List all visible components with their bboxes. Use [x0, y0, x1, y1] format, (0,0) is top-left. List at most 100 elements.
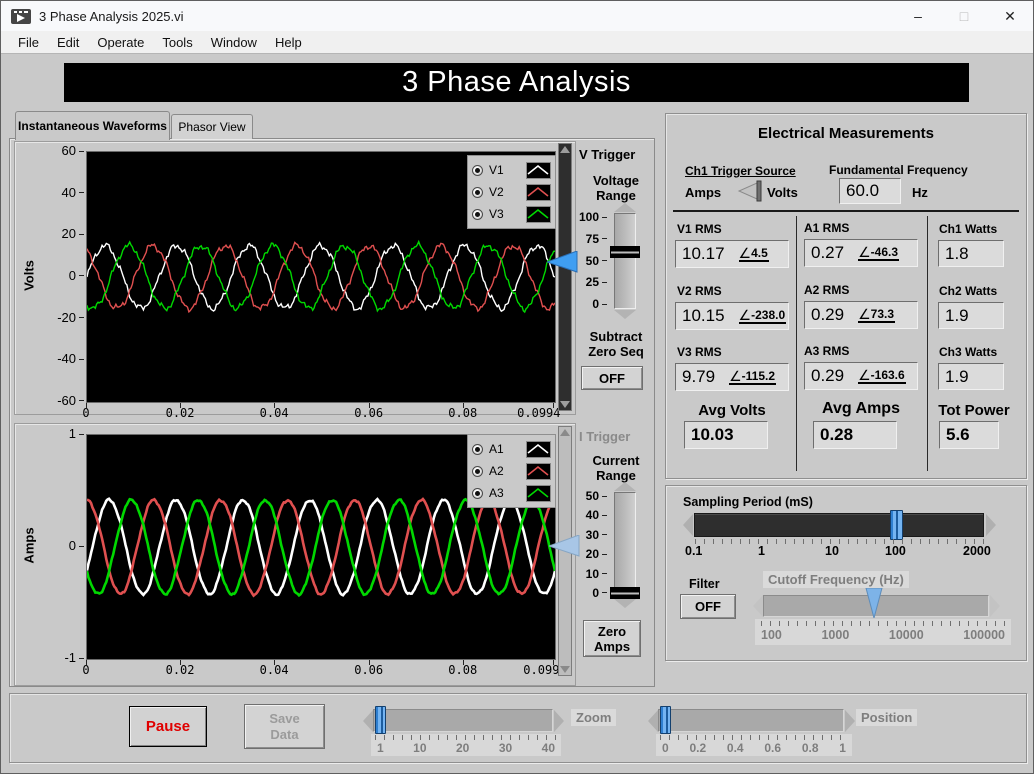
menu-file[interactable]: File: [9, 33, 48, 52]
v1-rms-label: V1 RMS: [677, 222, 722, 236]
zoom-tick-20: 20: [455, 741, 470, 755]
voltage-range-slider[interactable]: [614, 213, 636, 309]
a3-rms-value-box: 0.29 ∠ -163.6: [804, 362, 918, 390]
sampling-period-handle[interactable]: [890, 510, 903, 540]
cutoff-tick-1000: 1000: [821, 628, 850, 642]
volts-trigger-scrollbar[interactable]: [558, 143, 572, 411]
v3-rms-value-box: 9.79 ∠ -115.2: [675, 363, 789, 391]
angle-icon: ∠: [729, 368, 742, 384]
position-label: Position: [856, 709, 918, 726]
trigger-source-toggle[interactable]: [737, 180, 763, 202]
current-range-handle[interactable]: [610, 587, 640, 599]
measurements-title: Electrical Measurements: [758, 125, 934, 142]
angle-icon: ∠: [858, 244, 871, 260]
close-button[interactable]: ✕: [987, 1, 1033, 31]
v1-visibility-radio[interactable]: [472, 164, 483, 176]
voltage-range-increment-icon[interactable]: [612, 203, 638, 212]
scroll-up-icon[interactable]: [560, 429, 570, 436]
v1-line-swatch[interactable]: [526, 161, 551, 179]
v1-rms-value-box: 10.17 ∠ 4.5: [675, 240, 789, 268]
a3-visibility-radio[interactable]: [472, 487, 483, 499]
voltage-range-scale: 100 75 50 25 0: [573, 209, 607, 312]
a2-line-swatch[interactable]: [526, 462, 551, 480]
v2-line-swatch[interactable]: [526, 183, 551, 201]
cutoff-decrement-icon[interactable]: [753, 595, 763, 617]
v2-visibility-radio[interactable]: [472, 186, 483, 198]
sampling-tick-10: 10: [825, 544, 839, 558]
scroll-down-icon[interactable]: [560, 666, 570, 673]
position-tick-0.4: 0.4: [726, 741, 744, 755]
a3-line-swatch[interactable]: [526, 484, 551, 502]
angle-icon: ∠: [858, 306, 871, 322]
sampling-decrement-icon[interactable]: [683, 514, 693, 536]
tab-phasor-view[interactable]: Phasor View: [171, 114, 253, 139]
banner: 3 Phase Analysis: [64, 63, 969, 102]
zoom-decrement-icon[interactable]: [363, 710, 373, 732]
trigger-source-amps-option[interactable]: Amps: [685, 185, 721, 200]
maximize-button[interactable]: □: [941, 1, 987, 31]
zero-amps-button[interactable]: Zero Amps: [583, 620, 641, 657]
cutoff-increment-icon[interactable]: [990, 595, 1000, 617]
a2-rms-value-box: 0.29 ∠ 73.3: [804, 301, 918, 329]
page-title: 3 Phase Analysis: [402, 66, 631, 98]
angle-icon: ∠: [858, 367, 871, 383]
save-data-button[interactable]: Save Data: [244, 704, 325, 749]
tab-instantaneous-waveforms[interactable]: Instantaneous Waveforms: [15, 111, 170, 140]
menu-window[interactable]: Window: [202, 33, 266, 52]
current-range-slider[interactable]: [614, 492, 636, 598]
filter-button[interactable]: OFF: [680, 594, 736, 619]
a1-line-swatch[interactable]: [526, 440, 551, 458]
zoom-tick-1: 1: [377, 741, 384, 755]
fundamental-frequency-label: Fundamental Frequency: [829, 163, 968, 177]
a1-visibility-radio[interactable]: [472, 443, 483, 455]
cutoff-handle-icon[interactable]: [864, 588, 884, 618]
a1-angle: ∠ -46.3: [858, 244, 900, 261]
menu-edit[interactable]: Edit: [48, 33, 88, 52]
avg-amps-value-box: 0.28: [813, 421, 897, 449]
v-trigger-title: V Trigger: [579, 147, 636, 162]
zoom-slider[interactable]: [373, 709, 553, 732]
voltage-range-label: Voltage Range: [593, 173, 639, 203]
v3-line-swatch[interactable]: [526, 205, 551, 223]
position-tick-0.6: 0.6: [764, 741, 782, 755]
sampling-period-label: Sampling Period (mS): [683, 495, 813, 509]
cutoff-frequency-label: Cutoff Frequency (Hz): [763, 571, 909, 588]
subtract-zero-seq-button[interactable]: OFF: [581, 366, 643, 390]
a2-visibility-radio[interactable]: [472, 465, 483, 477]
menu-help[interactable]: Help: [266, 33, 311, 52]
trigger-source-volts-option[interactable]: Volts: [767, 185, 798, 200]
scroll-up-icon[interactable]: [560, 146, 570, 153]
v3-visibility-radio[interactable]: [472, 208, 483, 220]
ch3-watts-label: Ch3 Watts: [939, 345, 998, 359]
current-range-increment-icon[interactable]: [612, 482, 638, 491]
position-slider[interactable]: [658, 709, 844, 732]
measurements-divider: [673, 210, 1019, 212]
zoom-handle[interactable]: [375, 706, 386, 734]
zoom-increment-icon[interactable]: [554, 710, 564, 732]
amps-legend: A1 A2 A3: [467, 434, 556, 508]
scroll-down-icon[interactable]: [560, 401, 570, 408]
i-trigger-title: I Trigger: [579, 429, 631, 444]
current-range-label: Current Range: [592, 453, 640, 483]
menu-tools[interactable]: Tools: [153, 33, 201, 52]
position-increment-icon[interactable]: [845, 710, 855, 732]
sampling-period-slider[interactable]: [694, 513, 984, 537]
sampling-increment-icon[interactable]: [986, 514, 996, 536]
v3-rms-label: V3 RMS: [677, 345, 722, 359]
position-handle[interactable]: [660, 706, 671, 734]
cutoff-scale-strip: 100 1000 10000 100000: [755, 619, 1011, 645]
voltage-range-handle[interactable]: [610, 246, 640, 258]
current-range-decrement-icon[interactable]: [612, 599, 638, 608]
position-decrement-icon[interactable]: [648, 710, 658, 732]
ch2-watts-label: Ch2 Watts: [939, 284, 998, 298]
filter-label: Filter: [689, 577, 720, 591]
ch2-watts-value-box: 1.9: [938, 302, 1004, 329]
avg-volts-value-box: 10.03: [684, 421, 768, 449]
voltage-range-decrement-icon[interactable]: [612, 310, 638, 319]
minimize-button[interactable]: –: [895, 1, 941, 31]
volts-legend: V1 V2 V3: [467, 155, 556, 229]
volts-x-axis: 0 0.02 0.04 0.06 0.08 0.0994: [82, 406, 561, 420]
pause-button[interactable]: Pause: [129, 706, 207, 747]
menu-operate[interactable]: Operate: [88, 33, 153, 52]
fundamental-frequency-value[interactable]: 60.0: [839, 178, 901, 204]
